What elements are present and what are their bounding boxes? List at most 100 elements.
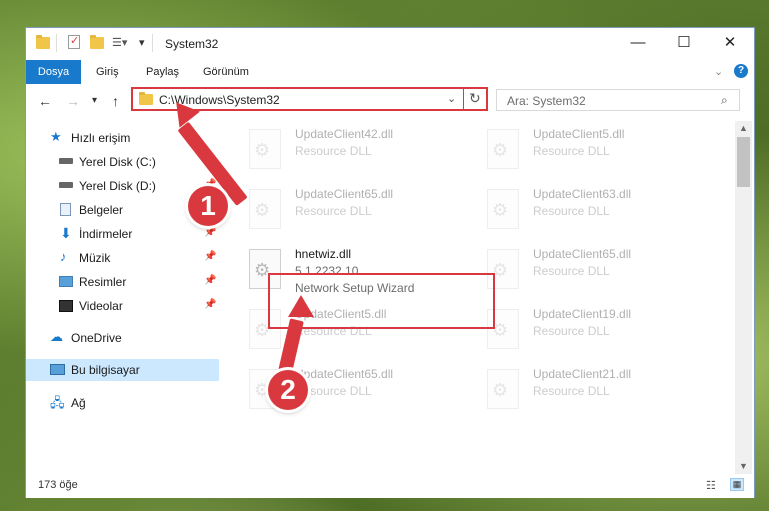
pin-icon: 📌 [204, 275, 217, 286]
step-2-badge: 2 [268, 370, 308, 410]
large-icons-view-icon[interactable]: ▦ [730, 478, 744, 491]
sidebar-item-videos[interactable]: Videolar 📌 [26, 295, 219, 317]
tab-file[interactable]: Dosya [26, 60, 81, 84]
customize-toolbar-icon[interactable]: ☰▾ [112, 36, 127, 49]
file-name: UpdateClient65.dll [295, 367, 394, 381]
tab-share[interactable]: Paylaş [146, 60, 179, 84]
dll-file-icon [249, 189, 281, 229]
expand-ribbon-icon[interactable]: ⌄ [714, 65, 723, 78]
drive-icon [59, 182, 73, 188]
navigation-pane: ★ Hızlı erişim Yerel Disk (C:) 📌 Yerel D… [26, 121, 219, 466]
minimize-button[interactable]: — [615, 28, 661, 60]
sidebar-item-label: Bu bilgisayar [71, 363, 140, 377]
file-description: Resource DLL [533, 144, 610, 158]
sidebar-item-drive-c[interactable]: Yerel Disk (C:) 📌 [26, 151, 219, 173]
sidebar-item-downloads[interactable]: ⬇ İndirmeler 📌 [26, 223, 219, 245]
sidebar-item-onedrive[interactable]: ☁ OneDrive [26, 327, 219, 349]
file-item[interactable]: UpdateClient65.dll Resource DLL [245, 185, 475, 237]
file-name: UpdateClient19.dll [533, 307, 632, 321]
tab-home[interactable]: Giriş [96, 60, 119, 84]
file-item[interactable]: UpdateClient19.dll Resource DLL [483, 305, 713, 357]
pin-icon: 📌 [204, 227, 217, 238]
step-1-badge: 1 [188, 186, 228, 226]
item-count: 173 öğe [38, 479, 78, 491]
status-bar: 173 öğe ☷ ▦ [26, 474, 754, 498]
file-description: Resource DLL [533, 324, 610, 338]
download-icon: ⬇ [60, 225, 72, 241]
search-input[interactable]: Ara: System32 ⌕ [496, 89, 740, 111]
file-name: UpdateClient21.dll [533, 367, 632, 381]
title-bar: ✓ ☰▾ ▾ System32 — ☐ ✕ [26, 28, 754, 60]
file-item[interactable]: UpdateClient42.dll Resource DLL [245, 125, 475, 177]
dll-file-icon [487, 369, 519, 409]
file-explorer-window: ✓ ☰▾ ▾ System32 — ☐ ✕ Dosya Giriş Paylaş… [25, 27, 755, 498]
cloud-icon: ☁ [50, 329, 63, 344]
pin-icon: 📌 [204, 299, 217, 310]
scroll-up-icon[interactable]: ▲ [739, 123, 748, 133]
file-item[interactable]: UpdateClient65.dll Resource DLL [483, 245, 713, 297]
dll-file-icon [487, 189, 519, 229]
close-button[interactable]: ✕ [707, 28, 753, 60]
file-item[interactable]: UpdateClient5.dll Resource DLL [483, 125, 713, 177]
computer-icon [50, 364, 65, 375]
drive-icon [59, 158, 73, 164]
sidebar-item-label: İndirmeler [79, 227, 133, 241]
file-description: Resource DLL [533, 264, 610, 278]
dll-file-icon [249, 129, 281, 169]
sidebar-item-label: Resimler [79, 275, 127, 289]
sidebar-item-pictures[interactable]: Resimler 📌 [26, 271, 219, 293]
sidebar-item-this-pc[interactable]: Bu bilgisayar [26, 359, 219, 381]
network-icon: 🖧 [50, 395, 65, 410]
documents-icon [60, 203, 71, 216]
file-list: UpdateClient42.dll Resource DLL UpdateCl… [219, 121, 739, 466]
forward-button[interactable]: → [66, 93, 80, 109]
sidebar-item-music[interactable]: ♪ Müzik 📌 [26, 247, 219, 269]
videos-icon [59, 300, 73, 312]
sidebar-item-label: OneDrive [71, 331, 122, 345]
folder-icon [139, 92, 153, 105]
pictures-icon [59, 276, 73, 287]
chevron-down-icon[interactable]: ▾ [139, 36, 145, 49]
file-description: Resource DLL [533, 204, 610, 218]
dll-file-icon [487, 129, 519, 169]
chevron-down-icon[interactable]: ⌄ [447, 92, 456, 105]
maximize-button[interactable]: ☐ [661, 28, 707, 60]
recent-locations-button[interactable]: ▾ [92, 95, 97, 106]
help-icon[interactable]: ? [734, 64, 748, 78]
tab-view[interactable]: Görünüm [203, 60, 249, 84]
file-name: UpdateClient5.dll [533, 127, 625, 141]
properties-icon[interactable]: ✓ [68, 35, 80, 49]
divider [152, 34, 153, 52]
ribbon-tabs: Dosya Giriş Paylaş Görünüm ⌄ ? [26, 60, 754, 84]
window-title: System32 [165, 37, 219, 51]
details-view-icon[interactable]: ☷ [706, 479, 716, 492]
music-icon: ♪ [60, 249, 67, 264]
new-folder-icon[interactable] [90, 35, 104, 49]
file-name: UpdateClient65.dll [295, 187, 394, 201]
file-name: UpdateClient63.dll [533, 187, 632, 201]
vertical-scrollbar[interactable]: ▲ ▼ [735, 121, 752, 474]
scroll-down-icon[interactable]: ▼ [739, 461, 748, 471]
star-icon: ★ [50, 129, 62, 144]
sidebar-item-label: Videolar [79, 299, 123, 313]
pin-icon: 📌 [204, 251, 217, 262]
file-description: Resource DLL [295, 204, 372, 218]
up-button[interactable]: ↑ [112, 93, 119, 109]
back-button[interactable]: ← [38, 93, 52, 109]
search-icon[interactable]: ⌕ [721, 93, 728, 108]
file-name: hnetwiz.dll [295, 247, 352, 261]
navigation-bar: ← → ▾ ↑ C:\Windows\System32 ⌄ ↻ Ara: Sys… [26, 85, 754, 117]
divider [463, 88, 464, 110]
refresh-icon[interactable]: ↻ [469, 90, 481, 107]
file-name: UpdateClient65.dll [533, 247, 632, 261]
file-item[interactable]: UpdateClient63.dll Resource DLL [483, 185, 713, 237]
annotation-arrow-2-head [288, 295, 314, 317]
file-item[interactable]: UpdateClient21.dll Resource DLL [483, 365, 713, 417]
scrollbar-thumb[interactable] [737, 137, 750, 187]
sidebar-item-label: Belgeler [79, 203, 124, 217]
sidebar-item-label: Müzik [79, 251, 111, 265]
sidebar-item-drive-d[interactable]: Yerel Disk (D:) 📌 [26, 175, 219, 197]
sidebar-item-network[interactable]: 🖧 Ağ [26, 392, 219, 414]
sidebar-item-label: Hızlı erişim [71, 131, 131, 145]
search-placeholder: Ara: System32 [507, 94, 586, 108]
